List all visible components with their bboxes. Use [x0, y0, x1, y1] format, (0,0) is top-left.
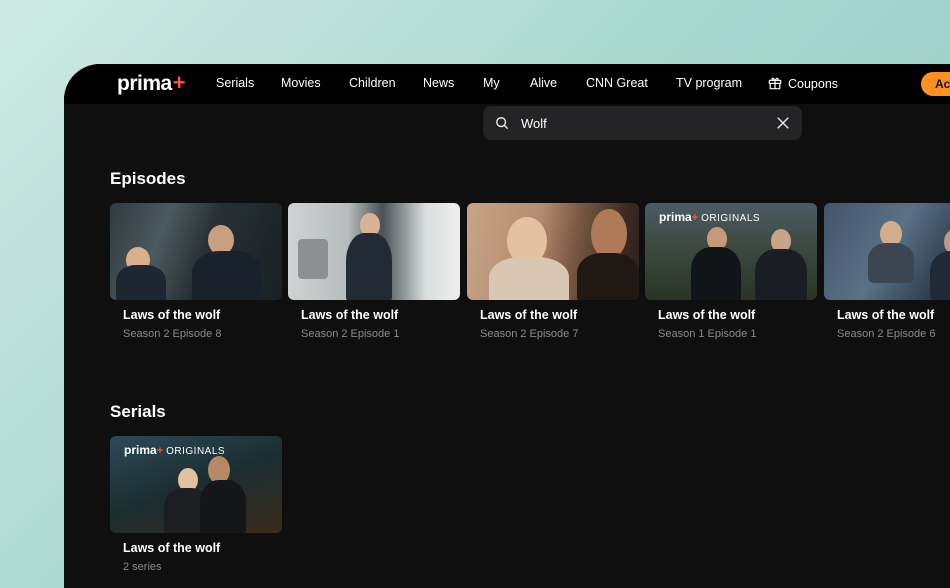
- episode-card[interactable]: prima+ ORIGINALS Laws of the wolf Season …: [645, 203, 817, 340]
- serial-title: Laws of the wolf: [123, 541, 221, 555]
- top-navigation-bar: prima+ Serials Movies Children News My A…: [64, 64, 950, 104]
- prima-originals-badge: prima+ ORIGINALS: [659, 210, 761, 224]
- prima-originals-badge: prima+ ORIGINALS: [124, 443, 226, 457]
- gift-icon: [768, 77, 782, 90]
- serials-section-title: Serials: [110, 402, 166, 421]
- episode-title: Laws of the wolf: [123, 308, 221, 322]
- nav-item-serials[interactable]: Serials: [216, 76, 254, 90]
- nav-item-tv-program[interactable]: TV program: [676, 76, 742, 90]
- episode-title: Laws of the wolf: [480, 308, 578, 322]
- nav-item-my[interactable]: My: [483, 76, 500, 90]
- episode-subtitle: Season 1 Episode 1: [658, 328, 757, 340]
- episode-card[interactable]: Laws of the wolf Season 2 Episode 6: [824, 203, 950, 340]
- serial-subtitle: 2 series: [123, 561, 162, 573]
- episode-subtitle: Season 2 Episode 1: [301, 328, 400, 340]
- episode-card[interactable]: Laws of the wolf Season 2 Episode 8: [110, 203, 282, 340]
- episode-title: Laws of the wolf: [301, 308, 399, 322]
- account-button[interactable]: Ac: [921, 72, 950, 96]
- episode-thumbnail: prima+ ORIGINALS: [645, 203, 817, 300]
- episode-thumbnail: [288, 203, 460, 300]
- nav-item-news[interactable]: News: [423, 76, 454, 90]
- nav-item-children[interactable]: Children: [349, 76, 396, 90]
- episode-thumbnail: [467, 203, 639, 300]
- episode-card[interactable]: Laws of the wolf Season 2 Episode 7: [467, 203, 639, 340]
- episode-subtitle: Season 2 Episode 8: [123, 328, 222, 340]
- prima-logo[interactable]: prima+: [117, 70, 186, 96]
- search-icon: [496, 117, 509, 130]
- close-icon[interactable]: [776, 116, 790, 130]
- episode-thumbnail: [110, 203, 282, 300]
- coupons-label: Coupons: [788, 77, 839, 91]
- episode-title: Laws of the wolf: [837, 308, 935, 322]
- app-window: prima+ Serials Movies Children News My A…: [64, 64, 950, 588]
- episode-subtitle: Season 2 Episode 6: [837, 328, 936, 340]
- search-input[interactable]: [521, 113, 761, 133]
- nav-item-movies[interactable]: Movies: [281, 76, 321, 90]
- episode-card[interactable]: Laws of the wolf Season 2 Episode 1: [288, 203, 460, 340]
- nav-item-coupons[interactable]: Coupons: [768, 76, 838, 91]
- serial-thumbnail: prima+ ORIGINALS: [110, 436, 282, 533]
- episodes-section-title: Episodes: [110, 169, 186, 188]
- nav-item-alive[interactable]: Alive: [530, 76, 557, 90]
- search-bar: [483, 106, 802, 140]
- nav-item-cnn-great[interactable]: CNN Great: [586, 76, 648, 90]
- episode-title: Laws of the wolf: [658, 308, 756, 322]
- episode-thumbnail: [824, 203, 950, 300]
- episode-subtitle: Season 2 Episode 7: [480, 328, 579, 340]
- serial-card[interactable]: prima+ ORIGINALS Laws of the wolf 2 serie…: [110, 436, 282, 573]
